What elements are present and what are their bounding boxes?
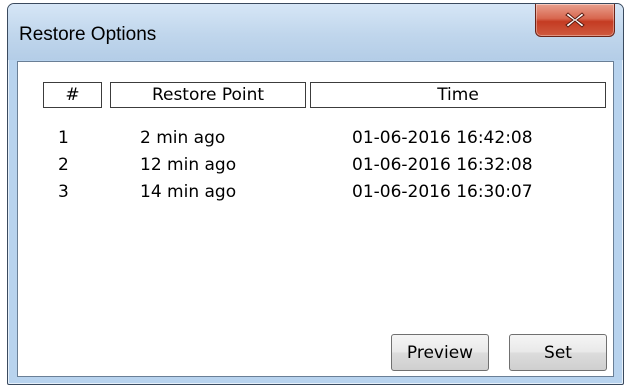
column-header-restore-point[interactable]: Restore Point xyxy=(110,82,306,108)
row-number: 1 xyxy=(58,128,69,148)
table-header: # Restore Point Time xyxy=(18,82,613,108)
row-number: 3 xyxy=(58,182,69,202)
close-button[interactable] xyxy=(535,4,615,37)
table-row[interactable]: 1 2 min ago 01-06-2016 16:42:08 xyxy=(18,125,613,152)
row-restore-point: 12 min ago xyxy=(140,155,237,175)
row-number: 2 xyxy=(58,155,69,175)
row-restore-point: 14 min ago xyxy=(140,182,237,202)
table-row[interactable]: 2 12 min ago 01-06-2016 16:32:08 xyxy=(18,152,613,179)
row-time: 01-06-2016 16:32:08 xyxy=(352,155,533,175)
table-row[interactable]: 3 14 min ago 01-06-2016 16:30:07 xyxy=(18,179,613,206)
title-bar[interactable]: Restore Options xyxy=(8,4,623,60)
restore-options-window: Restore Options # Restore Point Time 1 2… xyxy=(7,3,624,385)
preview-button[interactable]: Preview xyxy=(391,334,489,371)
restore-point-list: 1 2 min ago 01-06-2016 16:42:08 2 12 min… xyxy=(18,125,613,206)
column-header-time[interactable]: Time xyxy=(310,82,606,108)
row-restore-point: 2 min ago xyxy=(140,128,226,148)
window-title: Restore Options xyxy=(19,24,157,45)
close-icon xyxy=(565,12,585,28)
set-button[interactable]: Set xyxy=(509,334,607,371)
restore-list-panel: # Restore Point Time 1 2 min ago 01-06-2… xyxy=(17,61,614,377)
row-time: 01-06-2016 16:42:08 xyxy=(352,128,533,148)
row-time: 01-06-2016 16:30:07 xyxy=(352,182,533,202)
column-header-number[interactable]: # xyxy=(43,82,102,108)
